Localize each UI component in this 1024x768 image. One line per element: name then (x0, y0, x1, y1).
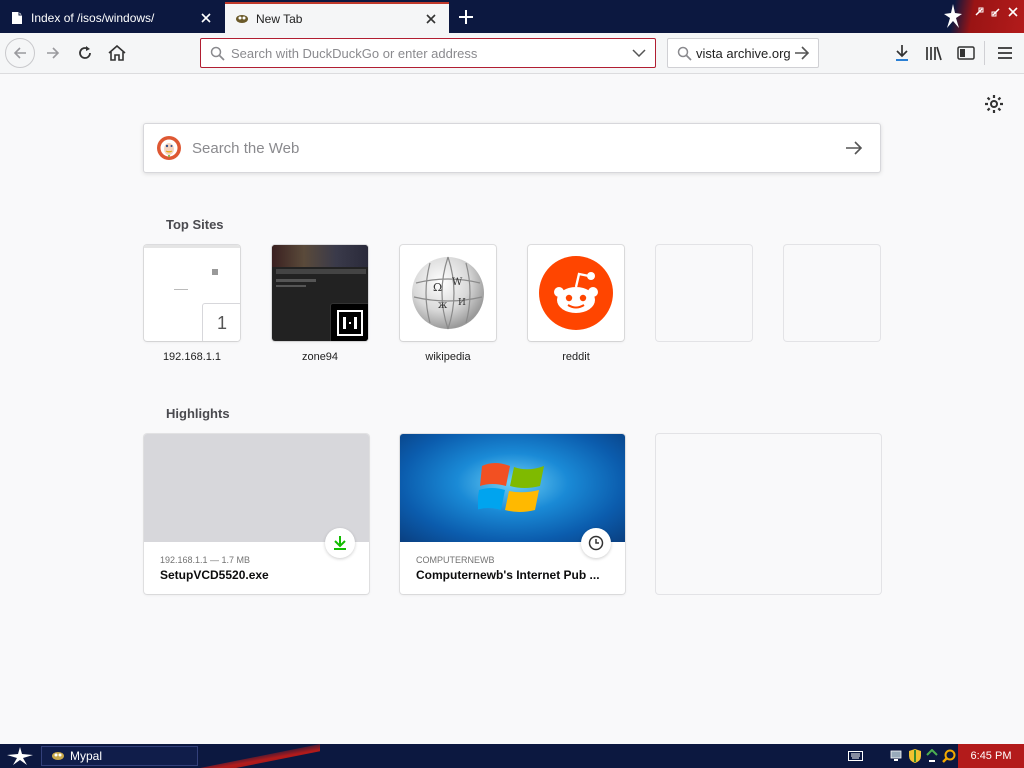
top-site-empty-slot (656, 245, 752, 341)
window-close-icon[interactable] (1006, 6, 1020, 18)
top-site-tile[interactable] (272, 245, 368, 341)
highlight-meta: COMPUTERNEWB (416, 555, 495, 565)
security-shield-icon[interactable] (907, 749, 922, 763)
hamburger-menu-icon[interactable] (991, 39, 1019, 67)
svg-text:ж: ж (438, 300, 448, 311)
top-site-tile[interactable]: Ω W ж И (400, 245, 496, 341)
library-icon[interactable] (920, 39, 948, 67)
search-go-arrow-icon[interactable] (792, 43, 812, 63)
wikipedia-globe-icon: Ω W ж И (408, 253, 488, 338)
duckduckgo-logo-icon (156, 135, 182, 161)
tab-close-icon[interactable] (198, 10, 214, 26)
tab-strip: Index of /isos/windows/ New Tab (0, 0, 1024, 33)
tile-screenshot-dot (212, 269, 218, 275)
highlights-heading: Highlights (166, 406, 230, 421)
highlight-card[interactable]: 192.168.1.1 — 1.7 MB SetupVCD5520.exe (144, 434, 369, 594)
highlight-title: SetupVCD5520.exe (160, 568, 269, 582)
back-arrow-icon[interactable] (5, 38, 35, 68)
search-magnifier-icon[interactable] (941, 749, 956, 763)
search-bar[interactable]: vista archive.org (667, 38, 819, 68)
highlight-meta: 192.168.1.1 — 1.7 MB (160, 555, 251, 565)
page-favicon-icon (9, 10, 25, 26)
tile-screenshot-bar (144, 245, 240, 248)
window-maximize-icon[interactable] (989, 6, 1003, 18)
tile-number-badge: 1 (202, 303, 240, 341)
chevron-down-icon[interactable] (629, 43, 649, 63)
highlight-thumbnail (144, 434, 369, 542)
web-search-box[interactable] (143, 123, 881, 173)
star-logo-icon (944, 4, 962, 28)
tile-screenshot-line (276, 285, 306, 287)
download-icon (325, 528, 355, 558)
svg-text:W: W (452, 277, 463, 288)
taskbar: Mypal 6:45 PM (0, 744, 1024, 768)
windows-logo-icon (476, 456, 548, 525)
network-icon[interactable] (890, 749, 905, 763)
highlight-empty-slot (656, 434, 881, 594)
clock-icon (581, 528, 611, 558)
top-site-label[interactable]: wikipedia (400, 351, 496, 363)
mypal-favicon-icon (234, 11, 250, 27)
tile-screenshot-header (272, 245, 368, 267)
url-input[interactable] (231, 45, 629, 61)
url-bar[interactable] (200, 38, 656, 68)
downloads-icon[interactable] (888, 39, 916, 67)
top-site-label[interactable]: reddit (528, 351, 624, 363)
gear-icon[interactable] (984, 94, 1004, 114)
tile-badge-text: 1 (216, 312, 227, 333)
svg-text:Ω: Ω (433, 281, 442, 294)
new-tab-plus-icon[interactable] (454, 5, 478, 29)
recycle-icon[interactable] (924, 749, 939, 763)
search-go-arrow-icon[interactable] (842, 136, 866, 160)
search-icon (676, 45, 692, 61)
taskbar-decoration (200, 744, 320, 768)
reddit-logo-icon (539, 256, 613, 335)
start-menu-star-icon[interactable] (5, 746, 35, 766)
tab-close-icon[interactable] (423, 11, 439, 27)
new-tab-page: Top Sites 1 192.168.1.1 zone94 Ω W ж (0, 74, 1024, 744)
highlight-thumbnail (400, 434, 625, 542)
zone94-favicon-icon (330, 303, 368, 341)
tile-screenshot-line (174, 289, 188, 290)
forward-arrow-icon[interactable] (39, 39, 67, 67)
mypal-favicon-icon (50, 749, 66, 763)
taskbar-item-mypal[interactable]: Mypal (41, 746, 198, 766)
tab-title: New Tab (256, 11, 303, 26)
tab-title: Index of /isos/windows/ (31, 10, 155, 25)
top-sites-heading: Top Sites (166, 217, 224, 232)
taskbar-item-label: Mypal (70, 749, 103, 763)
window-minimize-icon[interactable] (972, 6, 986, 18)
top-site-tile[interactable] (528, 245, 624, 341)
top-site-tile[interactable]: 1 (144, 245, 240, 341)
toolbar-separator (984, 41, 985, 65)
top-site-label[interactable]: 192.168.1.1 (144, 351, 240, 363)
tab-index-isos[interactable]: Index of /isos/windows/ (0, 2, 224, 33)
reload-icon[interactable] (71, 39, 99, 67)
tile-screenshot-line (276, 279, 316, 282)
search-icon (209, 45, 225, 61)
tab-new-tab[interactable]: New Tab (225, 2, 449, 33)
highlight-card[interactable]: COMPUTERNEWB Computernewb's Internet Pub… (400, 434, 625, 594)
top-site-empty-slot (784, 245, 880, 341)
svg-text:И: И (458, 298, 466, 308)
sidebar-toggle-icon[interactable] (952, 39, 980, 67)
taskbar-clock[interactable]: 6:45 PM (958, 744, 1024, 768)
highlight-title: Computernewb's Internet Pub ... (416, 568, 600, 582)
navigation-toolbar: vista archive.org (0, 33, 1024, 74)
search-bar-value[interactable]: vista archive.org (696, 46, 792, 61)
keyboard-icon[interactable] (848, 749, 863, 763)
tile-screenshot-nav (276, 269, 366, 274)
top-site-label[interactable]: zone94 (272, 351, 368, 363)
home-icon[interactable] (103, 39, 131, 67)
web-search-input[interactable] (192, 139, 842, 157)
